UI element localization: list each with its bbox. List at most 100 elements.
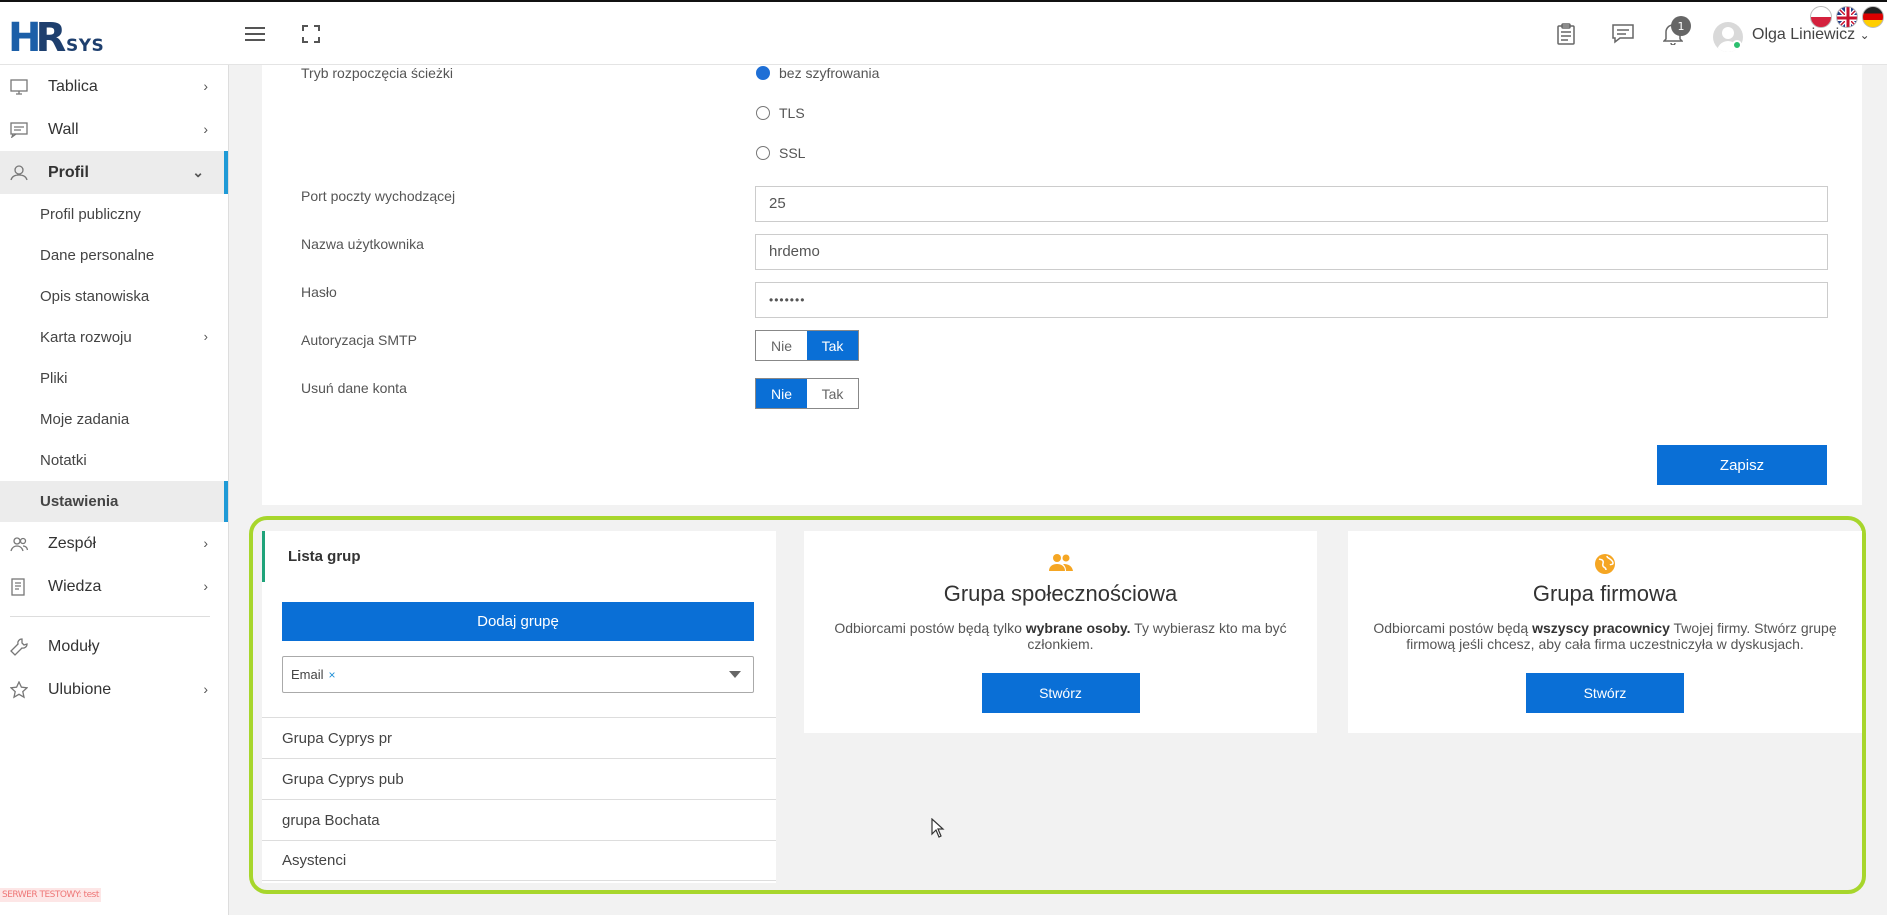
delete-account-yes-option[interactable]: Tak <box>807 379 858 408</box>
sidebar-item-moduly[interactable]: Moduły <box>0 625 228 668</box>
sidebar-item-ulubione[interactable]: Ulubione › <box>0 668 228 711</box>
smtp-auth-label: Autoryzacja SMTP <box>301 332 417 348</box>
sidebar-subitem-profil-publiczny[interactable]: Profil publiczny <box>0 194 228 235</box>
sidebar-subitem-label: Notatki <box>40 452 87 469</box>
clipboard-icon[interactable] <box>1552 20 1580 48</box>
fullscreen-icon[interactable] <box>297 20 325 48</box>
sidebar-subitem-label: Moje zadania <box>40 411 130 428</box>
book-icon <box>10 577 30 596</box>
sidebar-subitem-label: Ustawienia <box>40 493 119 510</box>
chat-icon[interactable] <box>1609 20 1637 48</box>
notification-badge: 1 <box>1671 16 1691 36</box>
port-input[interactable]: 25 <box>755 186 1828 222</box>
sidebar-item-zespol[interactable]: Zespół › <box>0 522 228 565</box>
radio-no-encryption[interactable]: bez szyfrowania <box>756 65 879 81</box>
sidebar-subitem-moje-zadania[interactable]: Moje zadania <box>0 399 228 440</box>
username-input[interactable]: hrdemo <box>755 234 1828 270</box>
sidebar-subitem-karta-rozwoju[interactable]: Karta rozwoju › <box>0 317 228 358</box>
social-group-title: Grupa społecznościowa <box>943 581 1178 606</box>
sidebar-subitem-label: Profil publiczny <box>40 206 141 223</box>
wrench-icon <box>10 637 30 656</box>
mail-settings-panel: Tryb rozpoczęcia ścieżki bez szyfrowania… <box>262 65 1862 505</box>
group-list-item[interactable]: Grupa Cyprys pr <box>262 717 776 758</box>
hrsys-logo[interactable]: HR SYS <box>8 16 108 58</box>
group-list-item[interactable]: Grupa Cyprys pub <box>262 758 776 799</box>
sidebar-item-profil[interactable]: Profil ⌄ <box>0 151 228 194</box>
save-button[interactable]: Zapisz <box>1657 445 1827 485</box>
delete-account-no-option[interactable]: Nie <box>756 379 807 408</box>
smtp-auth-no-option[interactable]: Nie <box>756 331 807 360</box>
sidebar-item-wiedza[interactable]: Wiedza › <box>0 565 228 608</box>
radio-label: bez szyfrowania <box>779 65 880 81</box>
radio-label: TLS <box>779 105 805 121</box>
radio-selected-icon <box>756 66 770 80</box>
remove-chip-icon[interactable]: × <box>329 668 336 682</box>
top-bar: HR SYS 1 Olga Liniewicz ⌄ <box>0 0 1887 65</box>
group-filter-select[interactable]: Email × <box>282 656 754 693</box>
port-label: Port poczty wychodzącej <box>301 188 456 204</box>
chevron-right-icon: › <box>203 121 208 137</box>
chevron-right-icon: › <box>203 78 208 94</box>
sidebar-item-tablica[interactable]: Tablica › <box>0 65 228 108</box>
logo-sys: SYS <box>66 36 105 56</box>
menu-icon[interactable] <box>241 20 269 48</box>
en-flag-icon[interactable] <box>1836 6 1858 28</box>
online-status-dot <box>1732 40 1742 50</box>
password-label: Hasło <box>301 284 337 300</box>
sidebar-item-wall[interactable]: Wall › <box>0 108 228 151</box>
mouse-cursor-icon <box>931 817 945 842</box>
dropdown-caret-icon[interactable] <box>729 671 741 678</box>
logo-letter-h: H <box>8 15 42 61</box>
sidebar-subitem-label: Opis stanowiska <box>40 288 150 305</box>
group-list-item[interactable]: Asystenci <box>262 840 776 881</box>
test-server-badge: SERWER TESTOWY: test <box>0 888 101 902</box>
sidebar-subitem-dane-personalne[interactable]: Dane personalne <box>0 235 228 276</box>
sidebar-subitem-pliki[interactable]: Pliki <box>0 358 228 399</box>
company-group-title: Grupa firmowa <box>1532 581 1678 606</box>
radio-tls[interactable]: TLS <box>756 105 805 121</box>
pl-flag-icon[interactable] <box>1810 6 1832 28</box>
logo-letter-r: R <box>35 15 66 61</box>
user-menu[interactable]: Olga Liniewicz ⌄ <box>1752 26 1870 44</box>
sidebar-subitem-opis-stanowiska[interactable]: Opis stanowiska <box>0 276 228 317</box>
radio-ssl[interactable]: SSL <box>756 145 805 161</box>
group-list-card: Lista grup Dodaj grupę Email × Grupa Cyp… <box>262 531 776 883</box>
smtp-auth-yes-option[interactable]: Tak <box>807 331 858 360</box>
sidebar-item-label: Tablica <box>48 77 98 95</box>
username-label: Nazwa użytkownika <box>301 236 424 252</box>
company-group-description: Odbiorcami postów będą wszyscy pracownic… <box>1373 620 1837 652</box>
sidebar-item-label: Profil <box>48 163 89 181</box>
company-group-card: Grupa firmowa Odbiorcami postów będą wsz… <box>1348 531 1862 733</box>
delete-account-toggle: Nie Tak <box>755 378 859 409</box>
create-company-group-button[interactable]: Stwórz <box>1526 673 1684 713</box>
add-group-button[interactable]: Dodaj grupę <box>282 602 754 641</box>
chevron-right-icon: › <box>203 578 208 594</box>
radio-label: SSL <box>779 145 806 161</box>
password-input[interactable]: ••••••• <box>755 282 1828 318</box>
chevron-down-icon: ⌄ <box>1859 28 1870 42</box>
de-flag-icon[interactable] <box>1862 6 1884 28</box>
group-list-item[interactable]: grupa Bochata <box>262 799 776 840</box>
radio-empty-icon <box>756 146 770 160</box>
chevron-right-icon: › <box>203 535 208 551</box>
sidebar-subitem-label: Dane personalne <box>40 247 155 264</box>
smtp-auth-toggle: Nie Tak <box>755 330 859 361</box>
globe-icon <box>1593 553 1617 575</box>
group-list-title: Lista grup <box>262 531 776 582</box>
start-mode-label: Tryb rozpoczęcia ścieżki <box>301 65 453 81</box>
sidebar-subitem-label: Pliki <box>40 370 68 387</box>
sidebar-item-label: Wiedza <box>48 577 102 595</box>
filter-chip-label: Email <box>291 667 324 682</box>
people-icon <box>1048 553 1073 575</box>
radio-empty-icon <box>756 106 770 120</box>
sidebar-subitem-notatki[interactable]: Notatki <box>0 440 228 481</box>
sidebar-item-label: Wall <box>48 120 79 138</box>
sidebar-subitem-ustawienia[interactable]: Ustawienia <box>0 481 228 522</box>
social-group-description: Odbiorcami postów będą tylko wybrane oso… <box>834 620 1287 652</box>
team-icon <box>10 535 30 553</box>
group-list: Grupa Cyprys pr Grupa Cyprys pub grupa B… <box>262 717 776 881</box>
create-social-group-button[interactable]: Stwórz <box>981 673 1140 713</box>
delete-account-label: Usuń dane konta <box>301 380 407 396</box>
star-icon <box>10 680 30 699</box>
dashboard-icon <box>10 78 30 96</box>
